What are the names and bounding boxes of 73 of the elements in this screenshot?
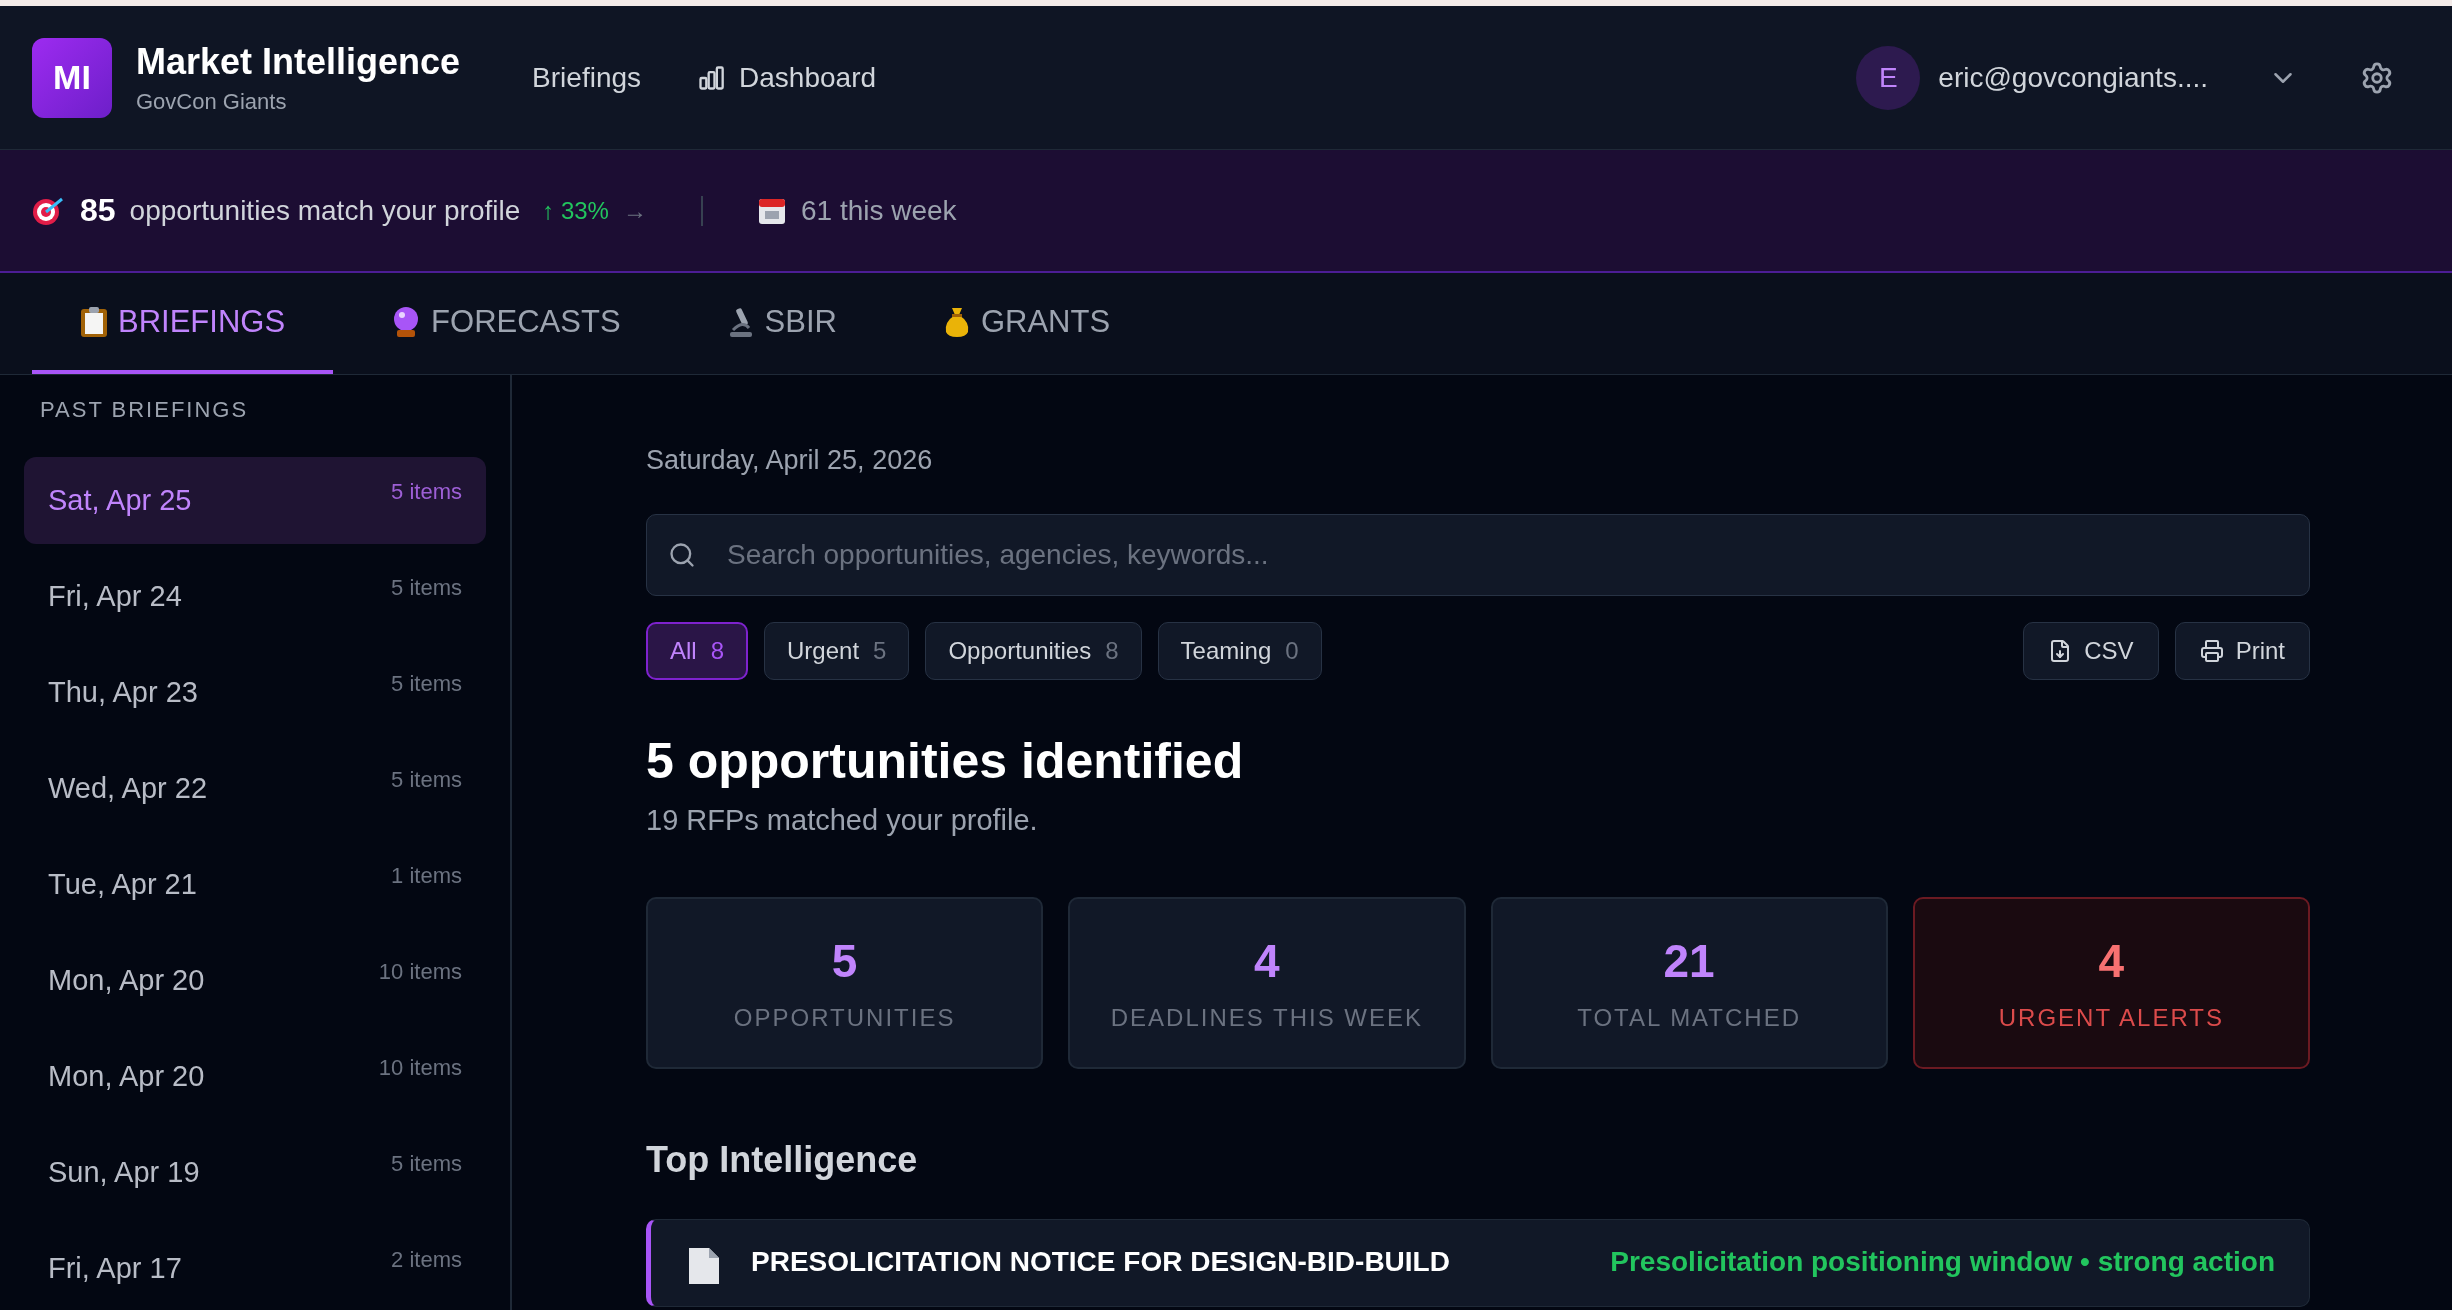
match-text: opportunities match your profile (129, 194, 521, 227)
filter-chip[interactable]: Teaming 0 (1157, 622, 1322, 680)
section-tab[interactable]: BRIEFINGS (32, 273, 334, 374)
section-tab[interactable]: FORECASTS (343, 273, 669, 374)
item-count: 5 items (391, 479, 462, 506)
nav-link[interactable]: Briefings (532, 61, 642, 94)
briefing-date: Mon, Apr 20 (48, 964, 205, 997)
item-count: 5 items (391, 1151, 462, 1178)
results-summary: 19 RFPs matched your profile. (646, 804, 1039, 837)
results-heading: 5 opportunities identified (646, 732, 1245, 790)
item-count: 5 items (391, 767, 462, 794)
item-count: 1 items (391, 863, 462, 890)
briefing-date: Fri, Apr 17 (48, 1252, 182, 1285)
briefing-date: Thu, Apr 23 (48, 676, 198, 709)
intelligence-card[interactable]: PRESOLICITATION NOTICE FOR DESIGN-BID-BUILD Presolicitation positioning window • strong action (646, 1219, 2310, 1307)
document-icon (687, 1246, 721, 1286)
print-button[interactable]: Print (2174, 622, 2310, 680)
clipboard-icon (80, 305, 108, 338)
opportunity-title: PRESOLICITATION NOTICE FOR DESIGN-BID-BUILD (751, 1246, 1451, 1278)
section-heading: Top Intelligence (646, 1139, 919, 1181)
filter-chip[interactable]: Urgent 5 (764, 622, 910, 680)
briefing-date: Tue, Apr 21 (48, 868, 197, 901)
user-avatar[interactable]: E (1856, 45, 1921, 110)
item-count: 5 items (391, 671, 462, 698)
match-count: 85 (80, 192, 116, 229)
trend-value: ↑ 33% (542, 196, 609, 225)
briefing-item[interactable]: Thu, Apr 23 5 items (24, 649, 486, 736)
briefing-item[interactable]: Tue, Apr 21 1 items (24, 841, 486, 928)
briefing-date: Mon, Apr 20 (48, 1060, 205, 1093)
app-logo[interactable]: MI (32, 37, 112, 118)
stat-value: 5 (831, 934, 858, 988)
briefing-item[interactable]: Sun, Apr 19 5 items (24, 1129, 486, 1216)
briefing-date-heading: Saturday, April 25, 2026 (646, 445, 934, 476)
stat-label: OPPORTUNITIES (733, 1004, 956, 1032)
stat-value: 4 (2098, 934, 2125, 988)
week-count: 61 this week (800, 194, 957, 227)
section-tab[interactable]: GRANTS (894, 273, 1159, 374)
bar-chart-icon (697, 63, 726, 92)
briefing-date: Fri, Apr 24 (48, 580, 182, 613)
briefing-item[interactable]: Mon, Apr 20 10 items (24, 937, 486, 1024)
search-icon (668, 541, 696, 569)
briefing-item[interactable]: Mon, Apr 20 10 items (24, 1033, 486, 1120)
briefing-item[interactable]: Wed, Apr 22 5 items (24, 745, 486, 832)
settings-icon[interactable] (2360, 60, 2394, 95)
item-count: 10 items (378, 959, 462, 986)
stat-value: 21 (1663, 934, 1715, 988)
action-note: Presolicitation positioning window • strong action (1610, 1246, 2275, 1278)
arrow-link[interactable]: → (622, 196, 647, 225)
briefing-item[interactable]: Sat, Apr 25 5 items (24, 457, 486, 544)
filter-chip[interactable]: All 8 (646, 622, 749, 680)
item-count: 10 items (378, 1055, 462, 1082)
stat-label: DEADLINES THIS WEEK (1110, 1004, 1423, 1032)
briefing-date: Sat, Apr 25 (48, 484, 192, 517)
section-tab[interactable]: SBIR (678, 273, 885, 374)
printer-icon (2199, 639, 2224, 663)
target-icon (32, 195, 66, 226)
org-name: GovCon Giants (136, 88, 288, 115)
stat-label: URGENT ALERTS (1998, 1004, 2224, 1032)
item-count: 2 items (391, 1247, 462, 1274)
search-field[interactable]: Search opportunities, agencies, keywords... (646, 514, 2310, 596)
nav-link[interactable]: Dashboard (697, 61, 877, 94)
briefing-date: Wed, Apr 22 (48, 772, 208, 805)
briefing-item[interactable]: Fri, Apr 17 2 items (24, 1225, 486, 1310)
stat-value: 4 (1254, 934, 1280, 988)
stat-label: TOTAL MATCHED (1577, 1004, 1801, 1032)
briefing-item[interactable]: Fri, Apr 24 5 items (24, 553, 486, 640)
briefing-date: Sun, Apr 19 (48, 1156, 200, 1189)
app-title: Market Intelligence (136, 40, 461, 83)
item-count: 5 items (391, 575, 462, 602)
csv-button[interactable]: CSV (2023, 622, 2159, 680)
filter-chip[interactable]: Opportunities 8 (925, 622, 1142, 680)
user-email[interactable]: eric@govcongiants.... (1938, 61, 2208, 94)
sidebar-heading: PAST BRIEFINGS (40, 397, 250, 423)
